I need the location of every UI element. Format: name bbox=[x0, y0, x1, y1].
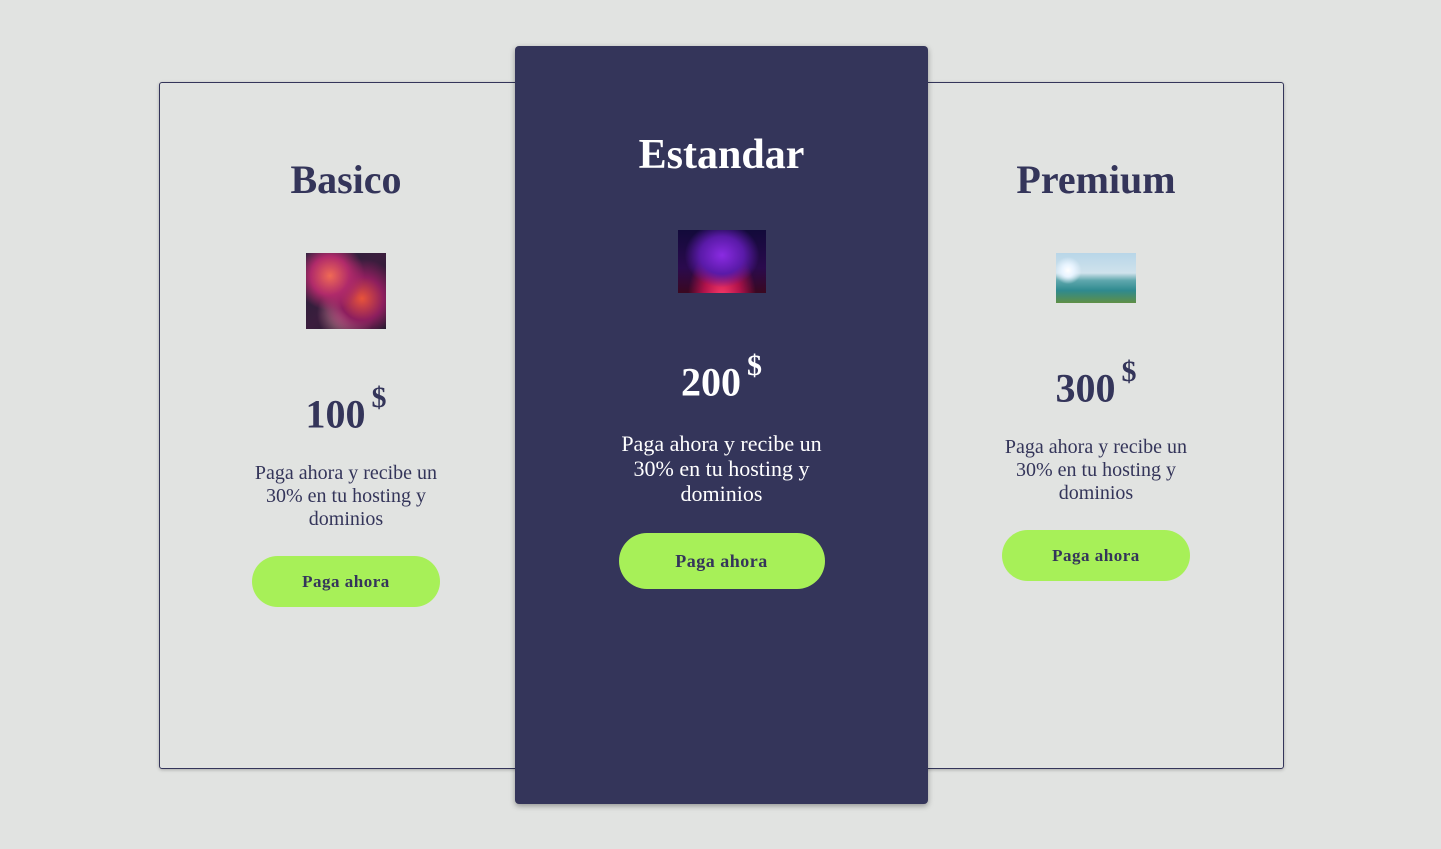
lake-landscape-image bbox=[1056, 253, 1136, 303]
plan-description: Paga ahora y recibe un 30% en tu hosting… bbox=[254, 462, 438, 531]
purple-planet-horizon-image bbox=[677, 230, 766, 293]
plan-title: Basico bbox=[290, 157, 402, 202]
plan-price: 300 $ bbox=[910, 355, 1282, 411]
price-amount: 200 bbox=[681, 359, 741, 405]
plan-title: Premium bbox=[1016, 157, 1176, 202]
plan-title: Estandar bbox=[638, 132, 805, 178]
currency-symbol: $ bbox=[747, 349, 762, 382]
currency-symbol: $ bbox=[1121, 355, 1137, 388]
currency-symbol: $ bbox=[371, 381, 387, 414]
price-amount: 300 bbox=[1055, 365, 1116, 411]
plan-price: 100 $ bbox=[160, 381, 532, 437]
abstract-3d-swirl-image bbox=[306, 253, 386, 329]
plan-description: Paga ahora y recibe un 30% en tu hosting… bbox=[621, 431, 822, 507]
plan-card-premium: Premium 300 $ Paga ahora y recibe un 30% … bbox=[910, 83, 1282, 582]
pricing-section: Basico 100 $ Paga ahora y recibe un 30% e… bbox=[0, 0, 1441, 849]
plan-price: 200 $ bbox=[515, 349, 928, 405]
pay-now-button-premium[interactable]: Paga ahora bbox=[1002, 530, 1190, 582]
plan-card-basic: Basico 100 $ Paga ahora y recibe un 30% e… bbox=[160, 83, 532, 608]
plan-card-standard: Estandar 200 $ Paga ahora y recibe un 30%… bbox=[515, 46, 928, 804]
price-amount: 100 bbox=[305, 391, 366, 437]
pay-now-button-standard[interactable]: Paga ahora bbox=[618, 533, 825, 590]
pay-now-button-basic[interactable]: Paga ahora bbox=[252, 556, 440, 608]
plan-description: Paga ahora y recibe un 30% en tu hosting… bbox=[1004, 436, 1188, 505]
